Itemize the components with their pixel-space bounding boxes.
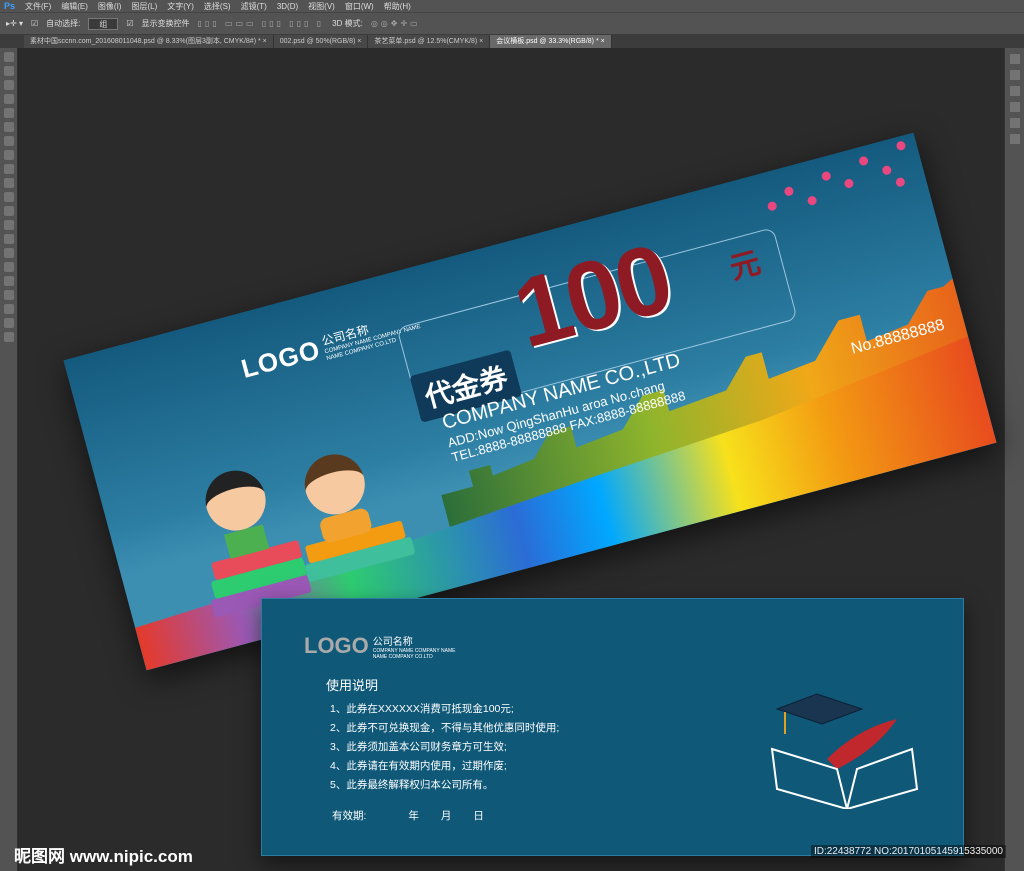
history-brush-icon[interactable] xyxy=(3,178,14,188)
blur-icon[interactable] xyxy=(3,220,14,230)
validity-period: 有效期: 年 月 日 xyxy=(332,808,484,823)
tools-panel xyxy=(0,48,18,871)
menu-bar: Ps 文件(F) 编辑(E) 图像(I) 图层(L) 文字(Y) 选择(S) 滤… xyxy=(0,0,1024,12)
tab-label: 002.psd @ 50%(RGB/8) xyxy=(279,38,356,45)
rule-item: 5、此券最终解释权归本公司所有。 xyxy=(330,779,494,791)
rule-item: 3、此券须加盖本公司财务章方可生效; xyxy=(330,741,507,753)
auto-select-checkbox[interactable]: ☑ xyxy=(31,19,38,28)
shape-tool-icon[interactable] xyxy=(3,290,14,300)
front-logo: LOGO 公司名称 COMPANY NAME COMPANY NAME NAME… xyxy=(238,307,424,385)
right-panel-dock xyxy=(1004,48,1024,871)
tab-doc-3[interactable]: 茶艺菜单.psd @ 12.5%(CMYK/8) × xyxy=(368,35,491,48)
menu-type[interactable]: 文字(Y) xyxy=(167,1,194,12)
auto-select-dropdown[interactable]: 组 xyxy=(88,17,119,30)
type-tool-icon[interactable] xyxy=(3,262,14,272)
menu-window[interactable]: 窗口(W) xyxy=(345,1,374,12)
rule-item: 4、此券请在有效期内使用，过期作废; xyxy=(330,760,507,772)
crop-tool-icon[interactable] xyxy=(3,108,14,118)
pen-tool-icon[interactable] xyxy=(3,248,14,258)
logo-text: LOGO xyxy=(304,633,369,658)
dodge-icon[interactable] xyxy=(3,234,14,244)
tab-doc-2[interactable]: 002.psd @ 50%(RGB/8) × xyxy=(273,35,369,48)
eyedropper-icon[interactable] xyxy=(3,122,14,132)
show-transform-label: 显示变换控件 xyxy=(141,19,190,28)
3d-mode-label: 3D 模式: xyxy=(332,19,363,28)
day-label: 日 xyxy=(473,810,484,822)
menu-filter[interactable]: 滤镜(T) xyxy=(241,1,267,12)
tab-label: 素材中国sccnn.com_201608011048.psd @ 8.33%(图… xyxy=(30,38,261,45)
move-tool-icon[interactable] xyxy=(3,52,14,62)
photoshop-logo: Ps xyxy=(4,1,16,11)
tab-doc-1[interactable]: 素材中国sccnn.com_201608011048.psd @ 8.33%(图… xyxy=(24,35,274,48)
tab-doc-4-active[interactable]: 会议横板.psd @ 33.3%(RGB/8) * × xyxy=(490,35,612,48)
menu-layer[interactable]: 图层(L) xyxy=(131,1,157,12)
panel-icon[interactable] xyxy=(1009,118,1020,128)
tab-label: 茶艺菜单.psd @ 12.5%(CMYK/8) xyxy=(374,38,478,45)
path-select-icon[interactable] xyxy=(3,276,14,286)
company-name-line2: NAME COMPANY CO.LTD xyxy=(372,654,433,660)
voucher-back: LOGO 公司名称 COMPANY NAME COMPANY NAME NAME… xyxy=(261,598,964,856)
marquee-tool-icon[interactable] xyxy=(3,66,14,76)
company-name-cn: 公司名称 xyxy=(372,637,413,648)
3d-tools-icons[interactable]: ◎◎✥✛▭ xyxy=(371,19,421,28)
auto-select-label: 自动选择: xyxy=(46,19,81,28)
eraser-icon[interactable] xyxy=(3,192,14,202)
plum-blossom-branch xyxy=(737,133,948,238)
gradient-icon[interactable] xyxy=(3,206,14,216)
menu-edit[interactable]: 编辑(E) xyxy=(61,1,88,12)
panel-icon[interactable] xyxy=(1009,86,1020,96)
menu-select[interactable]: 选择(S) xyxy=(204,1,231,12)
menu-image[interactable]: 图像(I) xyxy=(98,1,122,12)
hand-tool-icon[interactable] xyxy=(3,304,14,314)
lasso-tool-icon[interactable] xyxy=(3,80,14,90)
usage-instructions: 使用说明 1、此券在XXXXXX消费可抵现金100元; 2、此券不可兑换现金，不… xyxy=(326,675,559,795)
validity-label: 有效期: xyxy=(332,810,367,822)
panel-icon[interactable] xyxy=(1009,54,1020,64)
voucher-front: LOGO 公司名称 COMPANY NAME COMPANY NAME NAME… xyxy=(63,132,997,671)
year-label: 年 xyxy=(408,810,419,822)
panel-icon[interactable] xyxy=(1009,134,1020,144)
nipic-watermark: 昵图网 www.nipic.com xyxy=(14,847,193,866)
magic-wand-icon[interactable] xyxy=(3,94,14,104)
menu-3d[interactable]: 3D(D) xyxy=(277,2,298,11)
document-tabs: 素材中国sccnn.com_201608011048.psd @ 8.33%(图… xyxy=(0,34,1024,48)
month-label: 月 xyxy=(440,810,452,822)
zoom-tool-icon[interactable] xyxy=(3,318,14,328)
instructions-heading: 使用说明 xyxy=(326,678,379,693)
move-tool-icon[interactable]: ▸✛ ▾ xyxy=(6,19,23,28)
logo-text: LOGO xyxy=(238,334,324,384)
document-canvas[interactable]: LOGO 公司名称 COMPANY NAME COMPANY NAME NAME… xyxy=(19,48,1004,871)
panel-icon[interactable] xyxy=(1009,70,1020,80)
options-bar: ▸✛ ▾ ☑ 自动选择: 组 ☑ 显示变换控件 ▯▯▯ ▭▭▭ ▯▯▯ ▯▯▯ … xyxy=(0,12,1024,34)
rule-item: 2、此券不可兑换现金，不得与其他优惠同时使用; xyxy=(330,722,560,734)
show-transform-checkbox[interactable]: ☑ xyxy=(126,19,133,28)
tab-label: 会议横板.psd @ 33.3%(RGB/8) * xyxy=(496,38,599,45)
menu-file[interactable]: 文件(F) xyxy=(25,1,51,12)
image-id-label: ID:22438772 NO:20170105145915335000 xyxy=(810,845,1006,858)
rule-item: 1、此券在XXXXXX消费可抵现金100元; xyxy=(330,703,514,715)
graduation-book-icon xyxy=(770,693,919,809)
healing-brush-icon[interactable] xyxy=(3,136,14,146)
menu-help[interactable]: 帮助(H) xyxy=(384,1,411,12)
color-swatch-icon[interactable] xyxy=(3,332,14,342)
panel-icon[interactable] xyxy=(1009,102,1020,112)
stamp-tool-icon[interactable] xyxy=(3,164,14,174)
align-icons[interactable]: ▯▯▯ ▭▭▭ ▯▯▯ ▯▯▯ ▯ xyxy=(198,19,325,28)
back-logo: LOGO 公司名称 COMPANY NAME COMPANY NAME NAME… xyxy=(304,633,455,660)
menu-view[interactable]: 视图(V) xyxy=(308,1,335,12)
brush-tool-icon[interactable] xyxy=(3,150,14,160)
